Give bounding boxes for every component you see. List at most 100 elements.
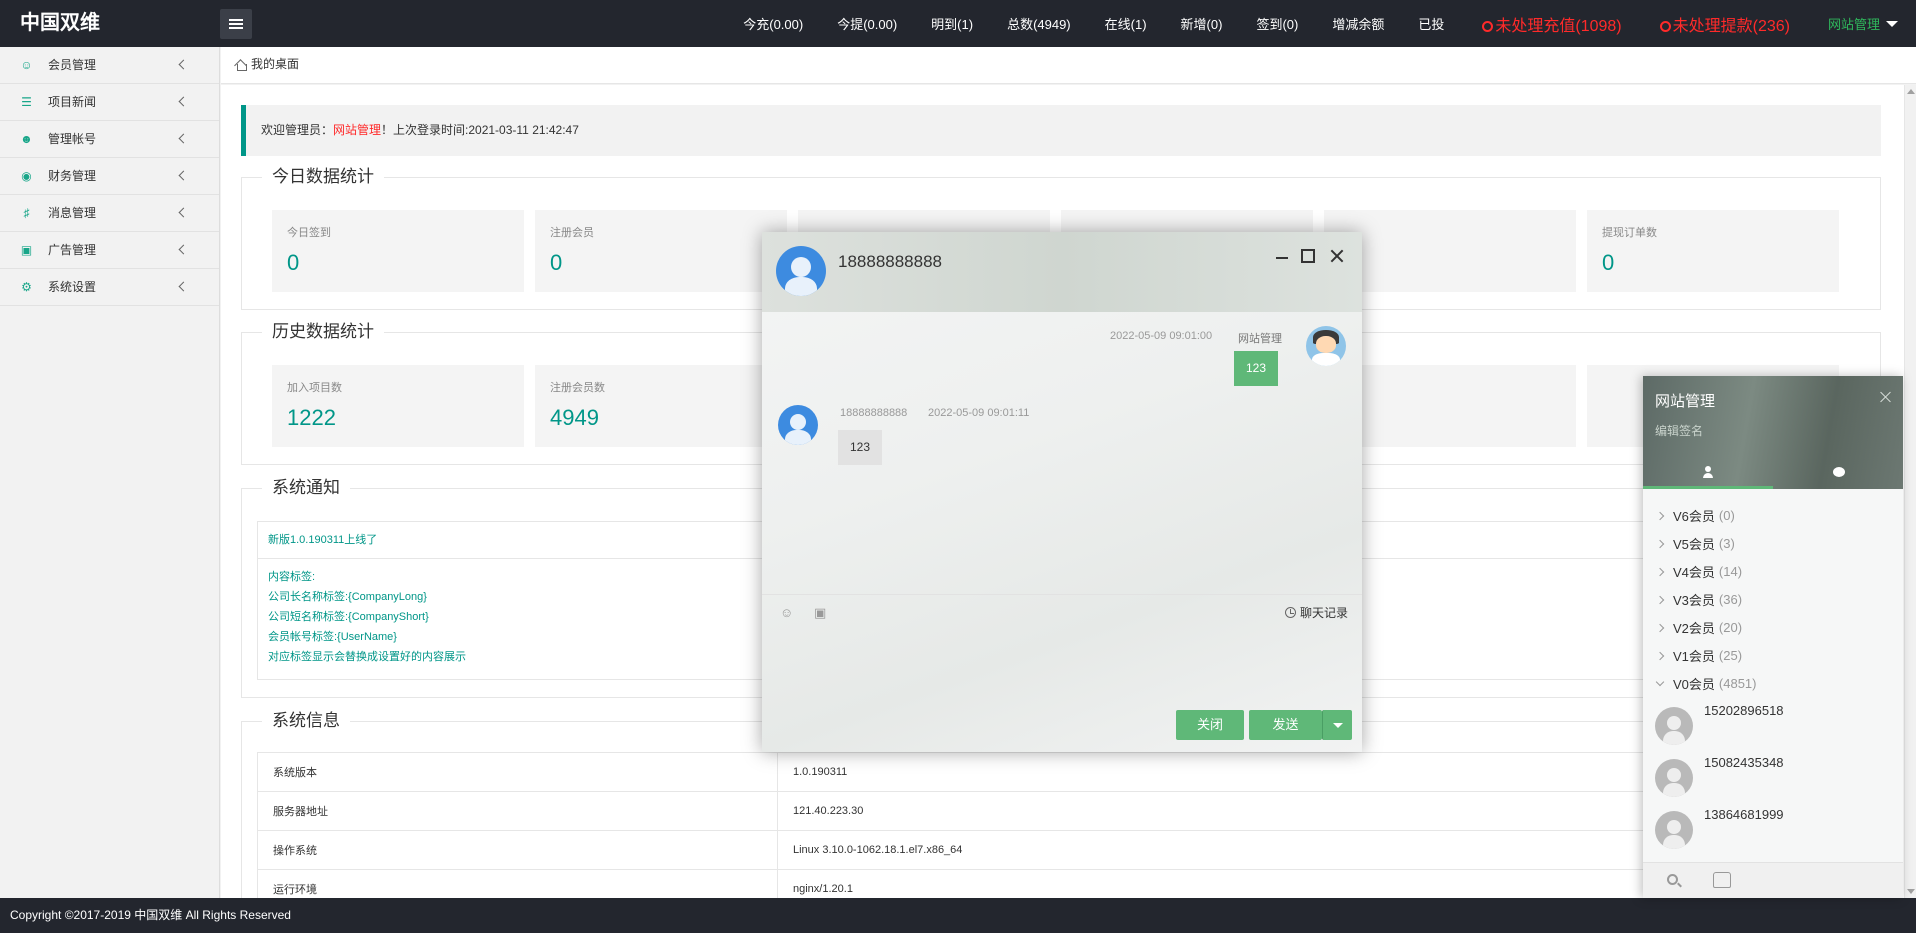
chat-history-link[interactable]: 聊天记录 xyxy=(1284,604,1348,621)
chevron-left-icon xyxy=(178,59,189,70)
topnav-invested[interactable]: 已投 xyxy=(1418,14,1444,33)
tab-friends[interactable] xyxy=(1643,460,1773,486)
alert-icon xyxy=(1659,20,1671,32)
my-avatar xyxy=(1306,326,1346,366)
group-name: V6会员 xyxy=(1673,509,1715,524)
stat-card: 注册会员数 4949 xyxy=(535,365,787,447)
sidebar-item-label: 会员管理 xyxy=(48,58,97,72)
sidebar-item-accounts[interactable]: ☻ 管理帐号 xyxy=(0,121,219,158)
stat-card: 今日签到 0 xyxy=(272,210,524,292)
scroll-down-icon[interactable] xyxy=(1907,889,1915,894)
top-bar: 中国双维 今充(0.00) 今提(0.00) 明到(1) 总数(4949) 在线… xyxy=(0,0,1916,47)
friend-item[interactable]: 13864681999 xyxy=(1655,807,1895,855)
message-bubble-mine: 123 xyxy=(1234,351,1279,386)
close-button[interactable]: 关闭 xyxy=(1176,710,1244,740)
stat-value: 1222 xyxy=(287,405,336,430)
sidebar-item-label: 财务管理 xyxy=(48,169,97,183)
friend-group[interactable]: V0会员 (4851) xyxy=(1655,674,1756,693)
maximize-icon[interactable] xyxy=(1301,249,1315,263)
friend-name: 13864681999 xyxy=(1704,807,1784,822)
scroll-up-icon[interactable] xyxy=(1907,89,1915,94)
sidebar-item-settings[interactable]: ⚙ 系统设置 xyxy=(0,269,219,306)
topnav-today-withdraw[interactable]: 今提(0.00) xyxy=(837,14,897,33)
search-icon[interactable] xyxy=(1667,874,1678,885)
table-row: 运行环境 nginx/1.20.1 xyxy=(257,869,1867,898)
sidebar-item-messages[interactable]: ♯ 消息管理 xyxy=(0,195,219,232)
topnav-signin[interactable]: 签到(0) xyxy=(1256,14,1298,33)
topnav-tomorrow-due[interactable]: 明到(1) xyxy=(931,14,973,33)
friend-group[interactable]: V6会员 (0) xyxy=(1655,506,1735,525)
user-menu[interactable]: 网站管理 xyxy=(1828,14,1898,33)
topnav-total-members[interactable]: 总数(4949) xyxy=(1007,14,1071,33)
chat-header[interactable]: 18888888888 xyxy=(762,232,1362,312)
info-key: 服务器地址 xyxy=(257,791,778,831)
avatar xyxy=(1655,707,1693,745)
friend-group[interactable]: V3会员 (36) xyxy=(1655,590,1742,609)
chevron-left-icon xyxy=(178,244,189,255)
welcome-banner: 欢迎管理员：网站管理！上次登录时间:2021-03-11 21:42:47 xyxy=(241,105,1881,156)
smile-icon[interactable]: ☺ xyxy=(780,605,793,620)
menu-toggle-button[interactable] xyxy=(220,9,252,39)
skin-icon[interactable] xyxy=(1713,872,1731,888)
topnav-adjust-balance[interactable]: 增减余额 xyxy=(1332,14,1384,33)
sidebar-item-members[interactable]: ☺ 会员管理 xyxy=(0,47,219,84)
panel-header[interactable]: 网站管理 编辑签名 xyxy=(1643,376,1903,489)
friend-group[interactable]: V4会员 (14) xyxy=(1655,562,1742,581)
group-count: (25) xyxy=(1718,648,1743,663)
page-scrollbar[interactable] xyxy=(1904,85,1916,898)
close-icon[interactable] xyxy=(1329,248,1345,264)
active-tab-indicator xyxy=(1643,486,1773,489)
stat-label: 今日签到 xyxy=(287,227,331,239)
sidebar-item-finance[interactable]: ◉ 财务管理 xyxy=(0,158,219,195)
topnav-online[interactable]: 在线(1) xyxy=(1105,14,1147,33)
section-title: 今日数据统计 xyxy=(262,166,384,188)
chat-contact-avatar xyxy=(776,246,826,296)
copyright-text: Copyright ©2017-2019 中国双维 All Rights Res… xyxy=(10,908,291,922)
chat-contact-name: 18888888888 xyxy=(838,252,943,271)
stat-label: 加入项目数 xyxy=(287,382,342,394)
user-icon xyxy=(1703,466,1713,478)
group-name: V3会员 xyxy=(1673,593,1715,608)
panel-username: 网站管理 xyxy=(1655,393,1716,410)
welcome-prefix: 欢迎管理员： xyxy=(261,123,334,137)
account-icon: ☻ xyxy=(20,132,33,146)
stat-value: 4949 xyxy=(550,405,599,430)
app-logo: 中国双维 xyxy=(20,12,100,34)
send-button[interactable]: 发送 xyxy=(1249,710,1322,740)
pending-recharge-alert[interactable]: 未处理充值(1098) xyxy=(1482,12,1622,36)
close-icon[interactable] xyxy=(1879,390,1893,404)
stat-label: 注册会员数 xyxy=(550,382,605,394)
friend-group[interactable]: V5会员 (3) xyxy=(1655,534,1735,553)
sidebar-item-label: 项目新闻 xyxy=(48,95,97,109)
topnav-today-recharge[interactable]: 今充(0.00) xyxy=(743,14,803,33)
sidebar-item-news[interactable]: ☰ 项目新闻 xyxy=(0,84,219,121)
message-time: 2022-05-09 09:01:11 xyxy=(928,407,1030,419)
group-name: V2会员 xyxy=(1673,621,1715,636)
image-icon[interactable]: ▣ xyxy=(814,605,826,621)
group-count: (14) xyxy=(1718,564,1743,579)
section-title: 历史数据统计 xyxy=(262,321,384,343)
group-count: (0) xyxy=(1718,508,1735,523)
sidebar-item-label: 消息管理 xyxy=(48,206,97,220)
minimize-icon[interactable] xyxy=(1274,248,1290,264)
tab-home[interactable]: 我的桌面 xyxy=(235,47,299,82)
friend-item[interactable]: 15202896518 xyxy=(1655,703,1895,751)
sidebar-item-ads[interactable]: ▣ 广告管理 xyxy=(0,232,219,269)
finance-icon: ◉ xyxy=(21,169,32,183)
friend-item[interactable]: 15082435348 xyxy=(1655,755,1895,803)
chevron-right-icon xyxy=(1655,539,1665,548)
chevron-left-icon xyxy=(178,133,189,144)
friend-group[interactable]: V1会员 (25) xyxy=(1655,646,1742,665)
chevron-right-icon xyxy=(1655,567,1665,576)
pending-recharge-label: 未处理充值(1098) xyxy=(1495,17,1622,35)
message-bubble-theirs: 123 xyxy=(838,430,883,465)
topnav-new[interactable]: 新增(0) xyxy=(1181,14,1223,33)
panel-signature[interactable]: 编辑签名 xyxy=(1655,422,1703,439)
friend-group[interactable]: V2会员 (20) xyxy=(1655,618,1742,637)
stat-label: 注册会员 xyxy=(550,227,594,239)
tab-messages[interactable] xyxy=(1773,460,1903,486)
stat-label: 提现订单数 xyxy=(1602,227,1657,239)
welcome-suffix: ！上次登录时间:2021-03-11 21:42:47 xyxy=(381,123,579,137)
send-options-button[interactable] xyxy=(1322,710,1352,740)
pending-withdraw-alert[interactable]: 未处理提款(236) xyxy=(1659,12,1790,36)
